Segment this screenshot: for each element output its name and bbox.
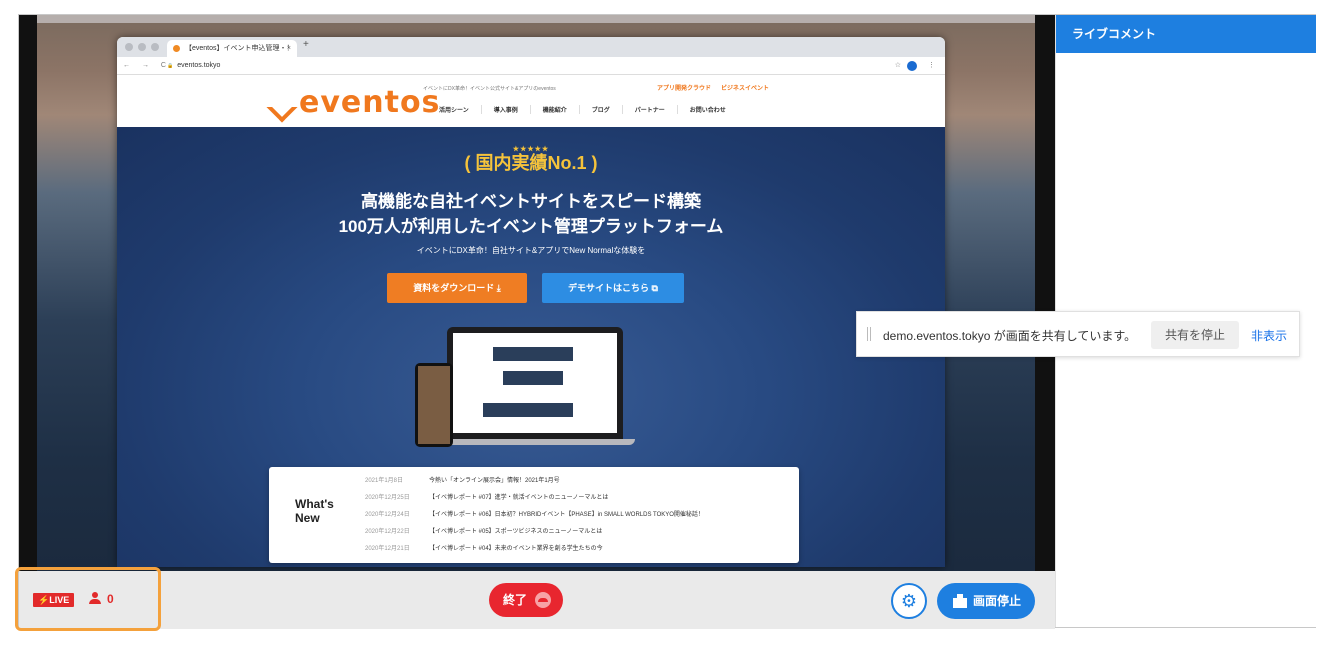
news-item: 2020年12月24日 【イベ博レポート #06】日本初？HYBRIDイベント【P… <box>365 507 704 524</box>
download-docs-button: 資料をダウンロード ⤓ <box>387 273 527 303</box>
window-controls <box>125 43 159 51</box>
site-nav-item: パートナー <box>621 105 677 114</box>
nav-arrows-icon: ← → C <box>123 62 171 69</box>
news-text: 【イベ博レポート #04】未来のイベント業界を創る学生たちの今 <box>429 546 603 552</box>
ext-link-app: アプリ開発クラウド <box>657 86 712 92</box>
site-nav-item: お問い合わせ <box>676 105 738 114</box>
site-nav-item: 導入事例 <box>480 105 530 114</box>
news-item: 2021年1月8日 今熱い「オンライン展示会」情報！2021年1月号 <box>365 473 704 490</box>
person-icon <box>89 592 101 604</box>
stream-preview: 【eventos】イベント申込管理・！ × + ← → C eventos.to… <box>19 15 1055 571</box>
news-item: 2020年12月25日 【イベ博レポート #07】進学・就活イベントのニューノーマ… <box>365 490 704 507</box>
stop-screen-share-button[interactable]: 画面停止 <box>937 583 1035 619</box>
viewer-count: 0 <box>89 592 114 606</box>
news-text: 【イベ博レポート #07】進学・就活イベントのニューノーマルとは <box>429 495 609 501</box>
site-hero: ★★★★★ ( 国内実績No.1 ) 高機能な自社イベントサイトをスピード構築 … <box>117 127 945 567</box>
letterbox-left <box>19 15 37 571</box>
laptop-mockup <box>447 327 623 439</box>
site-nav-item: ブログ <box>578 105 622 114</box>
favicon-icon <box>173 45 180 52</box>
news-date: 2020年12月25日 <box>365 495 410 501</box>
shared-browser-window: 【eventos】イベント申込管理・！ × + ← → C eventos.to… <box>117 37 945 567</box>
news-text: 今熱い「オンライン展示会」情報！2021年1月号 <box>429 478 560 484</box>
browser-tab: 【eventos】イベント申込管理・！ × <box>167 40 297 57</box>
hero-headline-line2: 100万人が利用したイベント管理プラットフォーム <box>338 217 724 236</box>
news-list: 2021年1月8日 今熱い「オンライン展示会」情報！2021年1月号 2020年1… <box>365 473 704 558</box>
site-nav-item: 機能紹介 <box>529 105 579 114</box>
kebab-menu-icon: ⋮ <box>928 62 935 69</box>
letterbox-right <box>1035 15 1055 571</box>
news-date: 2020年12月24日 <box>365 512 410 518</box>
site-header: eventos イベントにDX革命！イベント公式サイト&アプリのeventos … <box>117 75 945 127</box>
news-text: 【イベ博レポート #06】日本初？HYBRIDイベント【PHASE】in SMA… <box>429 512 704 518</box>
news-item: 2020年12月21日 【イベ博レポート #04】未来のイベント業界を創る学生たち… <box>365 541 704 558</box>
screen-share-notification: demo.eventos.tokyo が画面を共有しています。 共有を停止 非表… <box>856 311 1300 357</box>
bookmark-star-icon: ☆ <box>894 62 901 69</box>
news-text: 【イベ博レポート #05】スポーツビジネスのニューノーマルとは <box>429 529 603 535</box>
live-badge: ⚡LIVE <box>33 593 75 607</box>
drag-handle-icon[interactable] <box>867 327 871 341</box>
end-stream-button[interactable]: 終了 <box>489 583 563 617</box>
site-nav-item: 活用シーン <box>439 108 469 114</box>
whats-new-title: What's New <box>295 497 334 525</box>
browser-tabbar: 【eventos】イベント申込管理・！ × + <box>117 37 945 57</box>
stream-control-bar: ⚡LIVE 0 終了 ⚙ 画面停止 <box>15 567 1055 631</box>
site-external-links: アプリ開発クラウド ビジネスイベント <box>657 83 769 92</box>
remote-menubar <box>19 15 1055 23</box>
stop-sharing-button[interactable]: 共有を停止 <box>1151 321 1239 349</box>
hero-badge: ★★★★★ ( 国内実績No.1 ) <box>117 145 945 175</box>
news-date: 2020年12月21日 <box>365 546 410 552</box>
hide-notice-link[interactable]: 非表示 <box>1251 327 1287 344</box>
browser-tab-title: 【eventos】イベント申込管理・！ <box>185 45 294 52</box>
hero-headline-line1: 高機能な自社イベントサイトをスピード構築 <box>361 192 701 211</box>
news-item: 2020年12月22日 【イベ博レポート #05】スポーツビジネスのニューノーマル… <box>365 524 704 541</box>
badge-stars: ★★★★★ <box>512 146 550 153</box>
badge-text: 国内実績No.1 <box>475 153 587 173</box>
phone-mockup <box>415 363 453 447</box>
viewer-count-value: 0 <box>107 592 114 606</box>
share-notice-message: demo.eventos.tokyo が画面を共有しています。 <box>883 329 1137 343</box>
site-nav: 活用シーン 導入事例 機能紹介 ブログ パートナー お問い合わせ <box>427 105 738 114</box>
whats-new-card: What's New 2021年1月8日 今熱い「オンライン展示会」情報！2021… <box>269 467 799 563</box>
ext-link-business: ビジネスイベント <box>721 86 770 92</box>
laptop-base <box>435 439 635 445</box>
hang-up-icon <box>535 592 551 608</box>
new-tab-icon: + <box>303 39 309 50</box>
news-date: 2021年1月8日 <box>365 478 404 484</box>
gear-icon: ⚙ <box>900 591 918 611</box>
settings-button[interactable]: ⚙ <box>891 583 927 619</box>
site-logo: eventos <box>269 85 440 120</box>
browser-url: eventos.tokyo <box>167 57 220 75</box>
demo-site-button: デモサイトはこちら ⧉ <box>542 273 684 303</box>
live-comment-header: ライブコメント <box>1056 15 1316 53</box>
screen-share-icon <box>953 594 967 608</box>
profile-avatar <box>907 61 917 71</box>
news-date: 2020年12月22日 <box>365 529 410 535</box>
site-tagline: イベントにDX革命！イベント公式サイト&アプリのeventos <box>423 86 556 92</box>
hero-headline: 高機能な自社イベントサイトをスピード構築 100万人が利用したイベント管理プラッ… <box>117 189 945 239</box>
hero-subhead: イベントにDX革命！自社サイト&アプリでNew Normalな体験を <box>416 246 646 255</box>
close-tab-icon: × <box>286 45 291 52</box>
browser-address-bar: ← → C eventos.tokyo ☆ ⋮ <box>117 57 945 75</box>
eventos-logo-icon <box>269 90 293 114</box>
